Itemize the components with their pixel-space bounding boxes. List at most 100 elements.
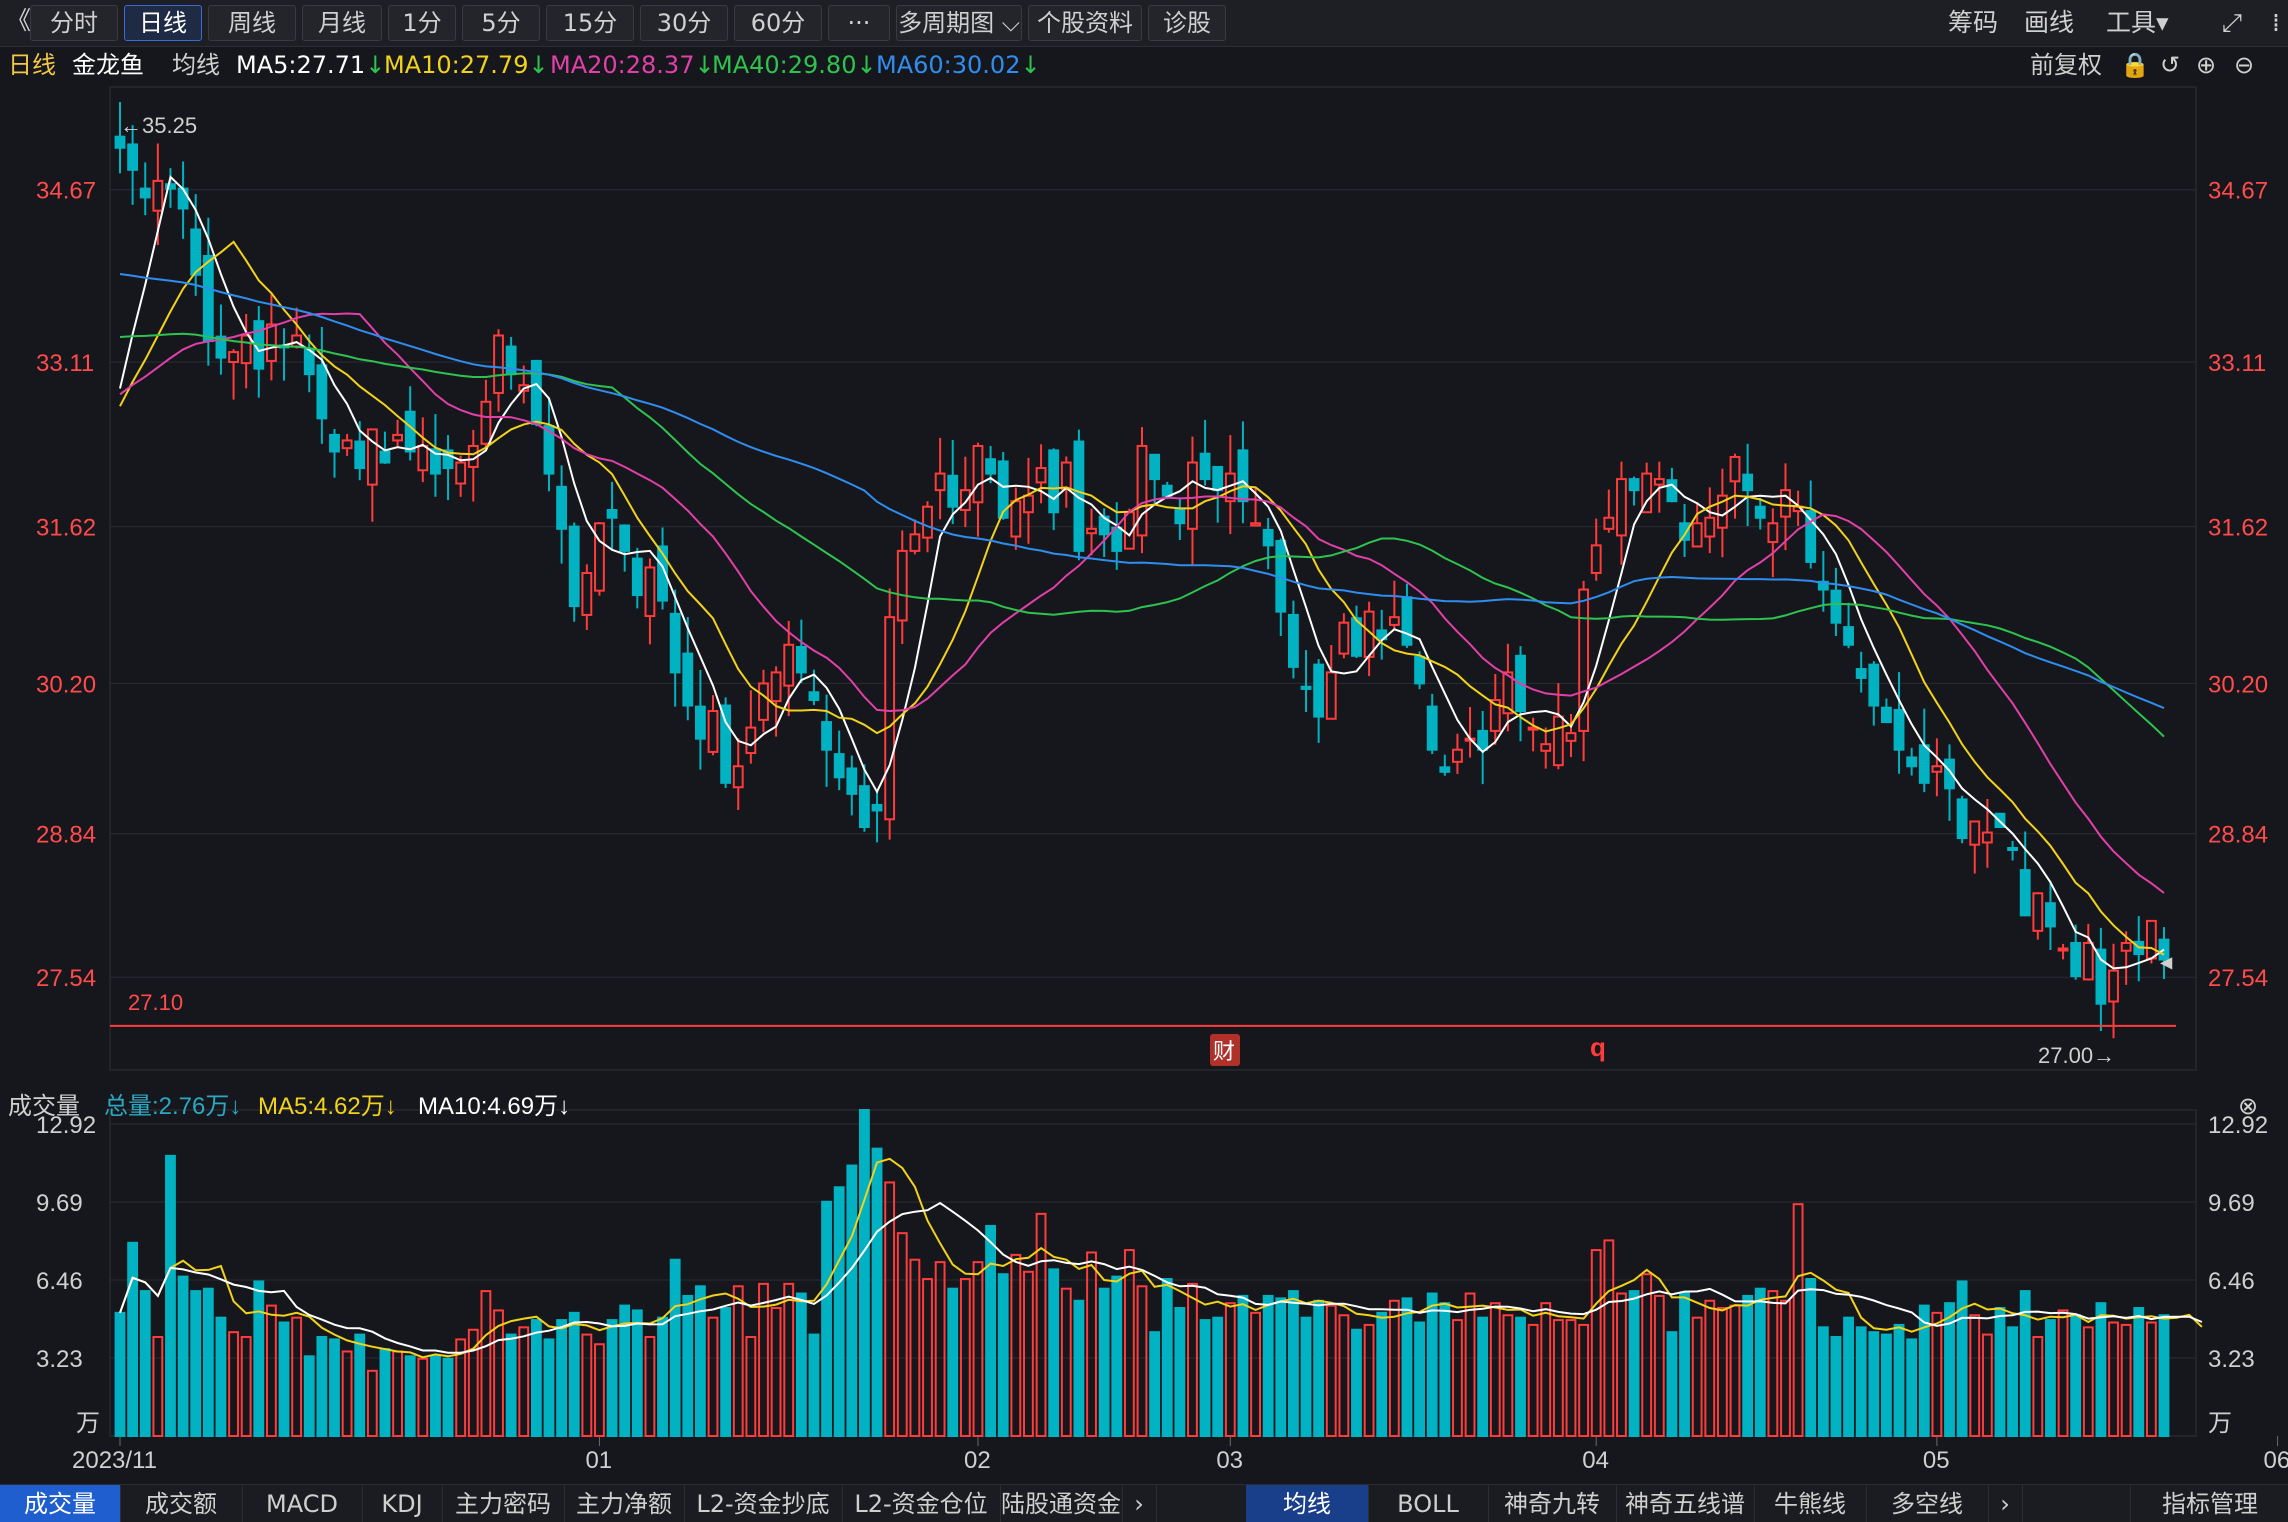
volume-bar — [1843, 1316, 1854, 1437]
candle-body — [2032, 892, 2044, 932]
toolbar-right-2[interactable]: 工具▾ — [2106, 6, 2169, 40]
candle-body — [2057, 947, 2069, 952]
overlay-tab-5[interactable]: 多空线 — [1866, 1485, 1989, 1522]
adjust-select[interactable]: 前复权 — [2030, 47, 2102, 83]
indicator-tab-0[interactable]: 成交量 — [0, 1485, 121, 1522]
candle-body — [2019, 869, 2031, 917]
candle-body — [1287, 613, 1299, 668]
candle-body — [909, 533, 921, 552]
back-icon[interactable]: 《 — [6, 4, 31, 38]
volume-bar — [1048, 1268, 1060, 1438]
indicator-tab-2[interactable]: MACD — [242, 1485, 363, 1522]
volume-bar — [1060, 1287, 1072, 1437]
toolbar-tab-4[interactable]: 1分 — [388, 5, 456, 41]
candle-body — [202, 254, 214, 343]
candle-body — [1010, 500, 1022, 538]
toolbar-tab-3[interactable]: 月线 — [302, 5, 382, 41]
toolbar-tab-12[interactable]: 诊股 — [1148, 5, 1226, 41]
overlay-tab-2[interactable]: 神奇九转 — [1488, 1485, 1617, 1522]
volume-bar — [291, 1316, 303, 1437]
candle-body — [1666, 479, 1678, 503]
scroll-right-icon[interactable]: › — [1122, 1485, 1157, 1522]
volume-bar — [1830, 1335, 1842, 1437]
indicator-tab-1[interactable]: 成交额 — [120, 1485, 243, 1522]
toolbar-tab-0[interactable]: 分时 — [30, 5, 118, 41]
volume-bar — [896, 1232, 908, 1437]
volume-bar — [430, 1355, 441, 1438]
candle-body — [114, 135, 126, 149]
price-label-left-3: 30.20 — [36, 671, 96, 698]
toolbar-tab-2[interactable]: 周线 — [208, 5, 296, 41]
indicator-tab-4[interactable]: 主力密码 — [442, 1485, 565, 1522]
candle-body — [1401, 596, 1413, 646]
toolbar-right-0[interactable]: 筹码 — [1948, 6, 1998, 40]
toolbar-tab-9[interactable]: ··· — [828, 5, 890, 41]
candle-body — [594, 522, 605, 592]
more-icon[interactable]: ⁞ — [2272, 6, 2280, 40]
candle-body — [316, 364, 328, 420]
ma5-line — [119, 174, 2165, 970]
toolbar-tab-6[interactable]: 15分 — [546, 5, 634, 41]
candle-body — [732, 765, 744, 789]
candle-body — [606, 509, 618, 519]
overlay-tab-4[interactable]: 牛熊线 — [1754, 1485, 1867, 1522]
volume-bar — [833, 1186, 845, 1437]
kline-chart[interactable]: 34.67 34.67 33.11 33.11 31.62 31.62 30.20 30.20… — [0, 84, 2288, 1494]
lock-icon[interactable]: 🔒 — [2120, 47, 2150, 83]
candle-body — [341, 439, 353, 450]
min-price-label: 27.00→ — [2038, 1043, 2115, 1068]
stock-name[interactable]: 金龙鱼 — [72, 47, 144, 83]
candle-body — [1931, 765, 1943, 773]
candle-body — [568, 525, 580, 608]
toolbar-tab-10[interactable]: 多周期图 ⌵ — [896, 5, 1022, 41]
volume-bar — [707, 1316, 719, 1437]
volume-bar — [657, 1316, 668, 1437]
toolbar-tab-5[interactable]: 5分 — [462, 5, 540, 41]
indicator-tab-5[interactable]: 主力净额 — [564, 1485, 685, 1522]
candle-body — [1060, 461, 1072, 491]
indicator-manager-button[interactable]: 指标管理 — [2130, 1485, 2288, 1522]
undo-icon[interactable]: ↺ — [2160, 47, 2180, 83]
zoom-in-icon[interactable]: ⊕ — [2196, 47, 2216, 83]
candle-body — [720, 704, 732, 784]
date-label-1: 01 — [585, 1447, 612, 1474]
scroll-right-icon-2[interactable]: › — [1988, 1485, 2023, 1522]
volume-bar — [644, 1335, 656, 1437]
support-line-label: 27.10 — [128, 990, 183, 1015]
indicator-tab-8[interactable]: 陆股通资金 — [1000, 1485, 1123, 1522]
volume-bar — [985, 1224, 997, 1438]
overlay-tab-1[interactable]: BOLL — [1368, 1485, 1489, 1522]
indicator-tab-6[interactable]: L2-资金抄底 — [684, 1485, 843, 1522]
indicator-tab-3[interactable]: KDJ — [362, 1485, 443, 1522]
volume-bar — [1780, 1299, 1791, 1438]
date-label-2: 02 — [964, 1447, 991, 1474]
toolbar-right-1[interactable]: 画线 — [2024, 6, 2074, 40]
indicator-tab-7[interactable]: L2-资金仓位 — [842, 1485, 1001, 1522]
toolbar-tab-7[interactable]: 30分 — [640, 5, 728, 41]
candle-body — [1426, 705, 1438, 751]
overlay-tab-3[interactable]: 神奇五线谱 — [1616, 1485, 1755, 1522]
candle-body — [1313, 663, 1325, 718]
toolbar-tab-1[interactable]: 日线 — [124, 5, 202, 41]
volume-bar — [1010, 1253, 1022, 1438]
ma-label[interactable]: 均线 — [172, 47, 220, 83]
fullscreen-icon[interactable]: ⤢ — [2222, 6, 2242, 40]
zoom-out-icon[interactable]: ⊖ — [2234, 47, 2254, 83]
overlay-tab-0[interactable]: 均线 — [1246, 1485, 1369, 1522]
volume-bar — [1376, 1311, 1388, 1438]
candle-body — [1616, 478, 1627, 537]
candle-body — [1628, 478, 1640, 492]
volume-bar — [1716, 1307, 1728, 1437]
toolbar-tab-8[interactable]: 60分 — [734, 5, 822, 41]
volume-bar — [1111, 1275, 1123, 1437]
volume-bar — [1906, 1338, 1918, 1437]
ma20-line — [119, 312, 2165, 894]
volume-bar — [1515, 1316, 1526, 1437]
candle-body — [1388, 616, 1400, 626]
toolbar-tab-11[interactable]: 个股资料 — [1028, 5, 1142, 41]
volume-bar — [1149, 1331, 1161, 1437]
volume-bar — [606, 1319, 618, 1437]
volume-bar — [1300, 1316, 1312, 1437]
date-label-0: 2023/11 — [72, 1447, 157, 1474]
volume-bar — [530, 1319, 542, 1437]
